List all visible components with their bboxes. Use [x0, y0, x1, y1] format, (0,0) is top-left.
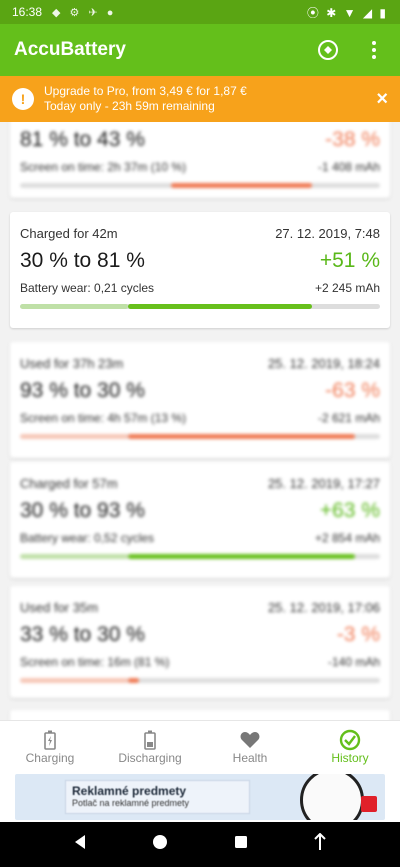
session-progress-bar	[20, 434, 380, 439]
pro-badge-icon[interactable]	[316, 38, 340, 62]
session-progress-bar	[20, 554, 380, 559]
session-detail-value: -1 408 mAh	[317, 160, 380, 174]
session-detail-label: Screen on time: 2h 37m (10 %)	[20, 160, 187, 174]
session-date: 27. 12. 2019, 7:48	[275, 226, 380, 241]
promo-text: Upgrade to Pro, from 3,49 € for 1,87 € T…	[44, 84, 247, 114]
status-bar: 16:38 ◆ ⚙ ✈ ● ⦿ ✱ ▼ ◢ ▮	[0, 0, 400, 24]
session-detail-value: -140 mAh	[327, 655, 380, 669]
nav-charging[interactable]: Charging	[0, 721, 100, 772]
bar-faded-segment	[20, 434, 128, 439]
session-range: 30 % to 93 %	[20, 499, 145, 522]
session-change: -63 %	[325, 379, 380, 402]
session-header: Used for 37h 23m	[20, 356, 124, 371]
bar-faded-segment	[20, 678, 128, 683]
session-detail-value: +2 245 mAh	[314, 281, 380, 295]
promo-line-2: Today only - 23h 59m remaining	[44, 99, 215, 113]
status-time: 16:38	[12, 5, 43, 19]
session-detail-value: -2 621 mAh	[317, 411, 380, 425]
nav-label: Discharging	[118, 750, 182, 765]
session-change: -38 %	[325, 128, 380, 151]
nav-health[interactable]: Health	[200, 721, 300, 772]
session-header: Charged for 57m	[20, 476, 118, 491]
session-card[interactable]: Used for 37h 23m 25. 12. 2019, 18:24 93 …	[10, 342, 390, 458]
history-list[interactable]: 81 % to 43 % -38 % Screen on time: 2h 37…	[0, 122, 400, 720]
session-header: Charged for 42m	[20, 226, 118, 241]
heart-icon	[240, 729, 260, 751]
app-title: AccuBattery	[14, 39, 126, 60]
session-card[interactable]: Used for 35m 25. 12. 2019, 17:06 33 % to…	[10, 586, 390, 698]
app-bar: AccuBattery	[0, 24, 400, 76]
home-icon[interactable]	[152, 834, 168, 855]
keyboard-switch-icon[interactable]	[313, 832, 327, 856]
session-date: 25. 12. 2019, 18:24	[267, 356, 380, 371]
nav-label: Health	[232, 750, 268, 765]
ad-subtitle: Potlač na reklamné predmety	[72, 798, 190, 808]
nav-label: Charging	[25, 750, 75, 765]
system-navigation-bar	[0, 822, 400, 867]
session-card[interactable]: Charged for 42m 27. 12. 2019, 7:48 30 % …	[10, 212, 390, 328]
nav-discharging[interactable]: Discharging	[100, 721, 200, 772]
bar-main-segment	[128, 554, 355, 559]
battery-discharging-icon	[144, 729, 156, 751]
overflow-menu-icon[interactable]	[362, 38, 386, 62]
bar-main-segment	[128, 434, 355, 439]
back-icon[interactable]	[73, 834, 87, 855]
ad-image[interactable]: Reklamné predmety Potlač na reklamné pre…	[15, 774, 385, 820]
status-system-icons: ⦿ ✱ ▼ ◢ ▮	[306, 5, 388, 20]
session-card[interactable]	[10, 710, 390, 720]
session-detail-label: Screen on time: 16m (81 %)	[20, 655, 170, 669]
notification-icons: ◆ ⚙ ✈ ●	[52, 6, 117, 19]
session-header: Used for 35m	[20, 600, 99, 615]
session-range: 30 % to 81 %	[20, 249, 145, 272]
ad-banner[interactable]: Reklamné predmety Potlač na reklamné pre…	[0, 772, 400, 822]
ad-text-box: Reklamné predmety Potlač na reklamné pre…	[65, 780, 250, 814]
nav-history[interactable]: History	[300, 721, 400, 772]
session-card[interactable]: 81 % to 43 % -38 % Screen on time: 2h 37…	[10, 122, 390, 198]
session-progress-bar	[20, 304, 380, 309]
session-detail-value: +2 854 mAh	[314, 531, 380, 545]
battery-charging-icon	[44, 729, 56, 751]
clock-graphic	[300, 774, 364, 820]
session-detail-label: Screen on time: 4h 57m (13 %)	[20, 411, 187, 425]
session-change: +51 %	[319, 249, 380, 272]
promo-line-1: Upgrade to Pro, from 3,49 € for 1,87 €	[44, 84, 247, 98]
close-icon[interactable]: ×	[376, 88, 388, 111]
info-icon: !	[12, 88, 34, 110]
session-date: 25. 12. 2019, 17:27	[267, 476, 380, 491]
ad-close-icon[interactable]	[361, 796, 377, 812]
bar-main-segment	[128, 304, 312, 309]
history-icon	[339, 729, 361, 751]
nav-label: History	[331, 750, 369, 765]
session-card[interactable]: Charged for 57m 25. 12. 2019, 17:27 30 %…	[10, 462, 390, 578]
ad-title: Reklamné predmety	[72, 784, 187, 798]
bar-main-segment	[128, 678, 139, 683]
session-range: 33 % to 30 %	[20, 623, 145, 646]
session-progress-bar	[20, 183, 380, 188]
bar-main-segment	[171, 183, 312, 188]
session-change: -3 %	[336, 623, 380, 646]
session-detail-label: Battery wear: 0,21 cycles	[20, 281, 155, 295]
upgrade-promo-banner[interactable]: ! Upgrade to Pro, from 3,49 € for 1,87 €…	[0, 76, 400, 122]
session-range: 81 % to 43 %	[20, 128, 145, 151]
session-progress-bar	[20, 678, 380, 683]
recents-icon[interactable]	[234, 835, 248, 854]
session-detail-label: Battery wear: 0,52 cycles	[20, 531, 155, 545]
session-range: 93 % to 30 %	[20, 379, 145, 402]
bar-faded-segment	[20, 304, 128, 309]
bar-faded-segment	[20, 554, 128, 559]
bottom-navigation: Charging Discharging Health History	[0, 720, 400, 772]
session-change: +63 %	[319, 499, 380, 522]
session-date: 25. 12. 2019, 17:06	[267, 600, 380, 615]
